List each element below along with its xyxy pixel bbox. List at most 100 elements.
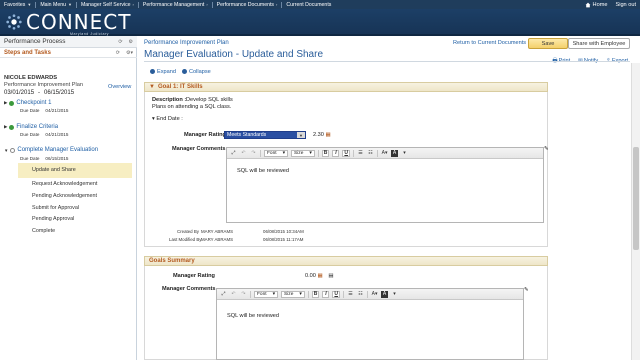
task-complete[interactable]: Complete: [32, 228, 55, 234]
main-content: Performance Improvement Plan Manager Eva…: [140, 36, 640, 360]
panel-title: Performance Process: [4, 38, 66, 45]
nav-main-menu-label: Main Menu: [40, 1, 66, 8]
summary-comments-editor[interactable]: ⤢ ↶ ↷ Font ▾ Size ▾ B I U ☰ ☷ A▾ A ▾ SQL w…: [216, 288, 524, 360]
manager-rating-select[interactable]: Meets Standards ▼: [224, 131, 306, 139]
breadcrumb[interactable]: Performance Improvement Plan: [144, 40, 229, 46]
bold-icon[interactable]: B: [321, 149, 330, 157]
nav-main-menu[interactable]: Main Menu ▼: [36, 2, 76, 8]
background-color-icon[interactable]: A: [391, 149, 399, 157]
nav-current-documents[interactable]: Current Documents: [282, 2, 335, 8]
text-color-icon[interactable]: A▾: [381, 150, 388, 157]
bulleted-list-icon[interactable]: ☷: [367, 150, 374, 157]
nav-favorites[interactable]: Favorites ▼: [0, 2, 35, 8]
expand-triangle-icon[interactable]: ▶: [4, 100, 7, 106]
task-pending-acknowledgement[interactable]: Pending Acknowledgement: [32, 193, 97, 199]
nav-manager-self-service[interactable]: Manager Self Service ›: [77, 2, 138, 8]
step-complete-manager-evaluation[interactable]: ▼ Complete Manager Evaluation: [4, 147, 98, 153]
bold-icon[interactable]: B: [311, 290, 320, 298]
status-open-icon: [10, 147, 16, 153]
italic-icon[interactable]: I: [322, 290, 330, 298]
toolbar-separator: [343, 290, 345, 298]
save-button[interactable]: Save: [528, 38, 568, 49]
settings-icon[interactable]: ⚙: [129, 39, 133, 45]
text-color-icon[interactable]: A▾: [371, 291, 378, 298]
refresh-icon[interactable]: ⟳: [118, 39, 122, 45]
summary-rating-score: 0.00 ▦ ▤: [305, 273, 334, 279]
modified-date: 06/08/2015 11:17AM: [263, 237, 304, 242]
background-color-icon[interactable]: A: [381, 290, 389, 298]
created-date: 06/08/2015 10:34AM: [263, 229, 304, 234]
goal-comments-editor[interactable]: ⤢ ↶ ↷ Font ▾ Size ▾ B I U ☰ ☷ A▾ A ▾ SQL w…: [226, 147, 544, 223]
step-due: Due Date 06/15/2015: [20, 156, 68, 161]
undo-icon[interactable]: ↶: [230, 291, 237, 298]
status-complete-icon: [9, 100, 15, 106]
refresh-icon[interactable]: ⟳: [116, 50, 120, 56]
steps-title: Steps and Tasks: [4, 49, 51, 56]
top-nav: Favorites ▼ Main Menu ▼ Manager Self Servi…: [0, 0, 640, 9]
maximize-icon[interactable]: ⤢: [230, 150, 237, 157]
nav-performance-management[interactable]: Performance Management ›: [139, 2, 212, 8]
size-dropdown[interactable]: Size ▾: [291, 149, 315, 157]
home-link[interactable]: Home: [585, 1, 608, 8]
spellcheck-icon[interactable]: ✎: [544, 146, 549, 152]
manager-comments-label: Manager Comments: [172, 146, 226, 152]
task-submit-for-approval[interactable]: Submit for Approval: [32, 205, 79, 211]
step-checkpoint-1[interactable]: ▶ Checkpoint 1: [4, 100, 51, 106]
manager-rating-value: Meets Standards: [227, 132, 267, 138]
bulleted-list-icon[interactable]: ☷: [357, 291, 364, 298]
return-link[interactable]: Return to Current Documents: [453, 40, 526, 46]
step-due: Due Date 04/21/2015: [20, 108, 68, 113]
plan-end-date: 06/15/2015: [44, 90, 75, 96]
chevron-down-icon: ▾: [282, 150, 286, 156]
undo-icon[interactable]: ↶: [240, 150, 247, 157]
collapse-link[interactable]: Collapse: [181, 69, 211, 75]
italic-icon[interactable]: I: [332, 149, 340, 157]
collapse-triangle-icon[interactable]: ▼: [4, 148, 8, 153]
size-dropdown-label: Size: [294, 150, 304, 156]
numbered-list-icon[interactable]: ☰: [357, 150, 364, 157]
calculator-icon[interactable]: ▦: [325, 132, 330, 138]
nav-current-documents-label: Current Documents: [286, 1, 332, 8]
collapse-triangle-icon[interactable]: ▼: [149, 84, 155, 90]
numbered-list-icon[interactable]: ☰: [347, 291, 354, 298]
expand-collapse-row: Expand Collapse: [150, 69, 211, 75]
overview-link[interactable]: Overview: [108, 84, 131, 90]
settings-icon[interactable]: ⚙▾: [126, 50, 133, 56]
chevron-down-icon[interactable]: ▾: [391, 291, 398, 298]
share-with-employee-button[interactable]: Share with Employee: [568, 38, 630, 49]
nav-performance-management-label: Performance Management: [142, 1, 205, 8]
summary-comments-label: Manager Comments: [162, 286, 216, 292]
expand-link[interactable]: Expand: [150, 69, 176, 75]
redo-icon[interactable]: ↷: [250, 150, 257, 157]
expand-triangle-icon[interactable]: ▶: [4, 124, 7, 130]
maximize-icon[interactable]: ⤢: [220, 291, 227, 298]
home-label: Home: [592, 1, 608, 8]
redo-icon[interactable]: ↷: [240, 291, 247, 298]
task-request-acknowledgement[interactable]: Request Acknowledgement: [32, 181, 97, 187]
panel-header: Performance Process ⟳ ⚙: [0, 36, 137, 48]
step-finalize-criteria[interactable]: ▶ Finalize Criteria: [4, 124, 58, 130]
collapse-triangle-icon[interactable]: ▾: [152, 116, 155, 122]
title-divider: [144, 61, 630, 62]
goal-comment-text: SQL will be reviewed: [237, 168, 290, 174]
chevron-down-icon[interactable]: ▾: [401, 150, 408, 157]
font-dropdown[interactable]: Font ▾: [254, 290, 279, 298]
nav-performance-documents[interactable]: Performance Documents ›: [213, 2, 282, 8]
scrollbar-thumb[interactable]: [633, 147, 639, 250]
created-by-label: Created By: [177, 229, 199, 234]
signout-link[interactable]: Sign out: [615, 2, 636, 8]
chevron-down-icon: ▾: [272, 291, 276, 297]
task-update-and-share[interactable]: Update and Share: [32, 167, 76, 173]
nav-menu: Favorites ▼ Main Menu ▼ Manager Self Servi…: [0, 1, 335, 8]
page-scrollbar[interactable]: [631, 63, 640, 360]
size-dropdown[interactable]: Size ▾: [281, 290, 305, 298]
task-pending-approval[interactable]: Pending Approval: [32, 216, 74, 222]
editor-toolbar: ⤢ ↶ ↷ Font ▾ Size ▾ B I U ☰ ☷ A▾ A ▾: [217, 289, 523, 300]
underline-icon[interactable]: U: [342, 149, 351, 157]
note-icon[interactable]: ▤: [328, 273, 333, 279]
font-dropdown[interactable]: Font ▾: [264, 149, 289, 157]
spellcheck-icon[interactable]: ✎: [524, 287, 529, 293]
goal-section-header[interactable]: ▼ Goal 1: IT Skills: [144, 82, 548, 92]
underline-icon[interactable]: U: [332, 290, 341, 298]
calculator-icon[interactable]: ▦: [317, 273, 322, 279]
